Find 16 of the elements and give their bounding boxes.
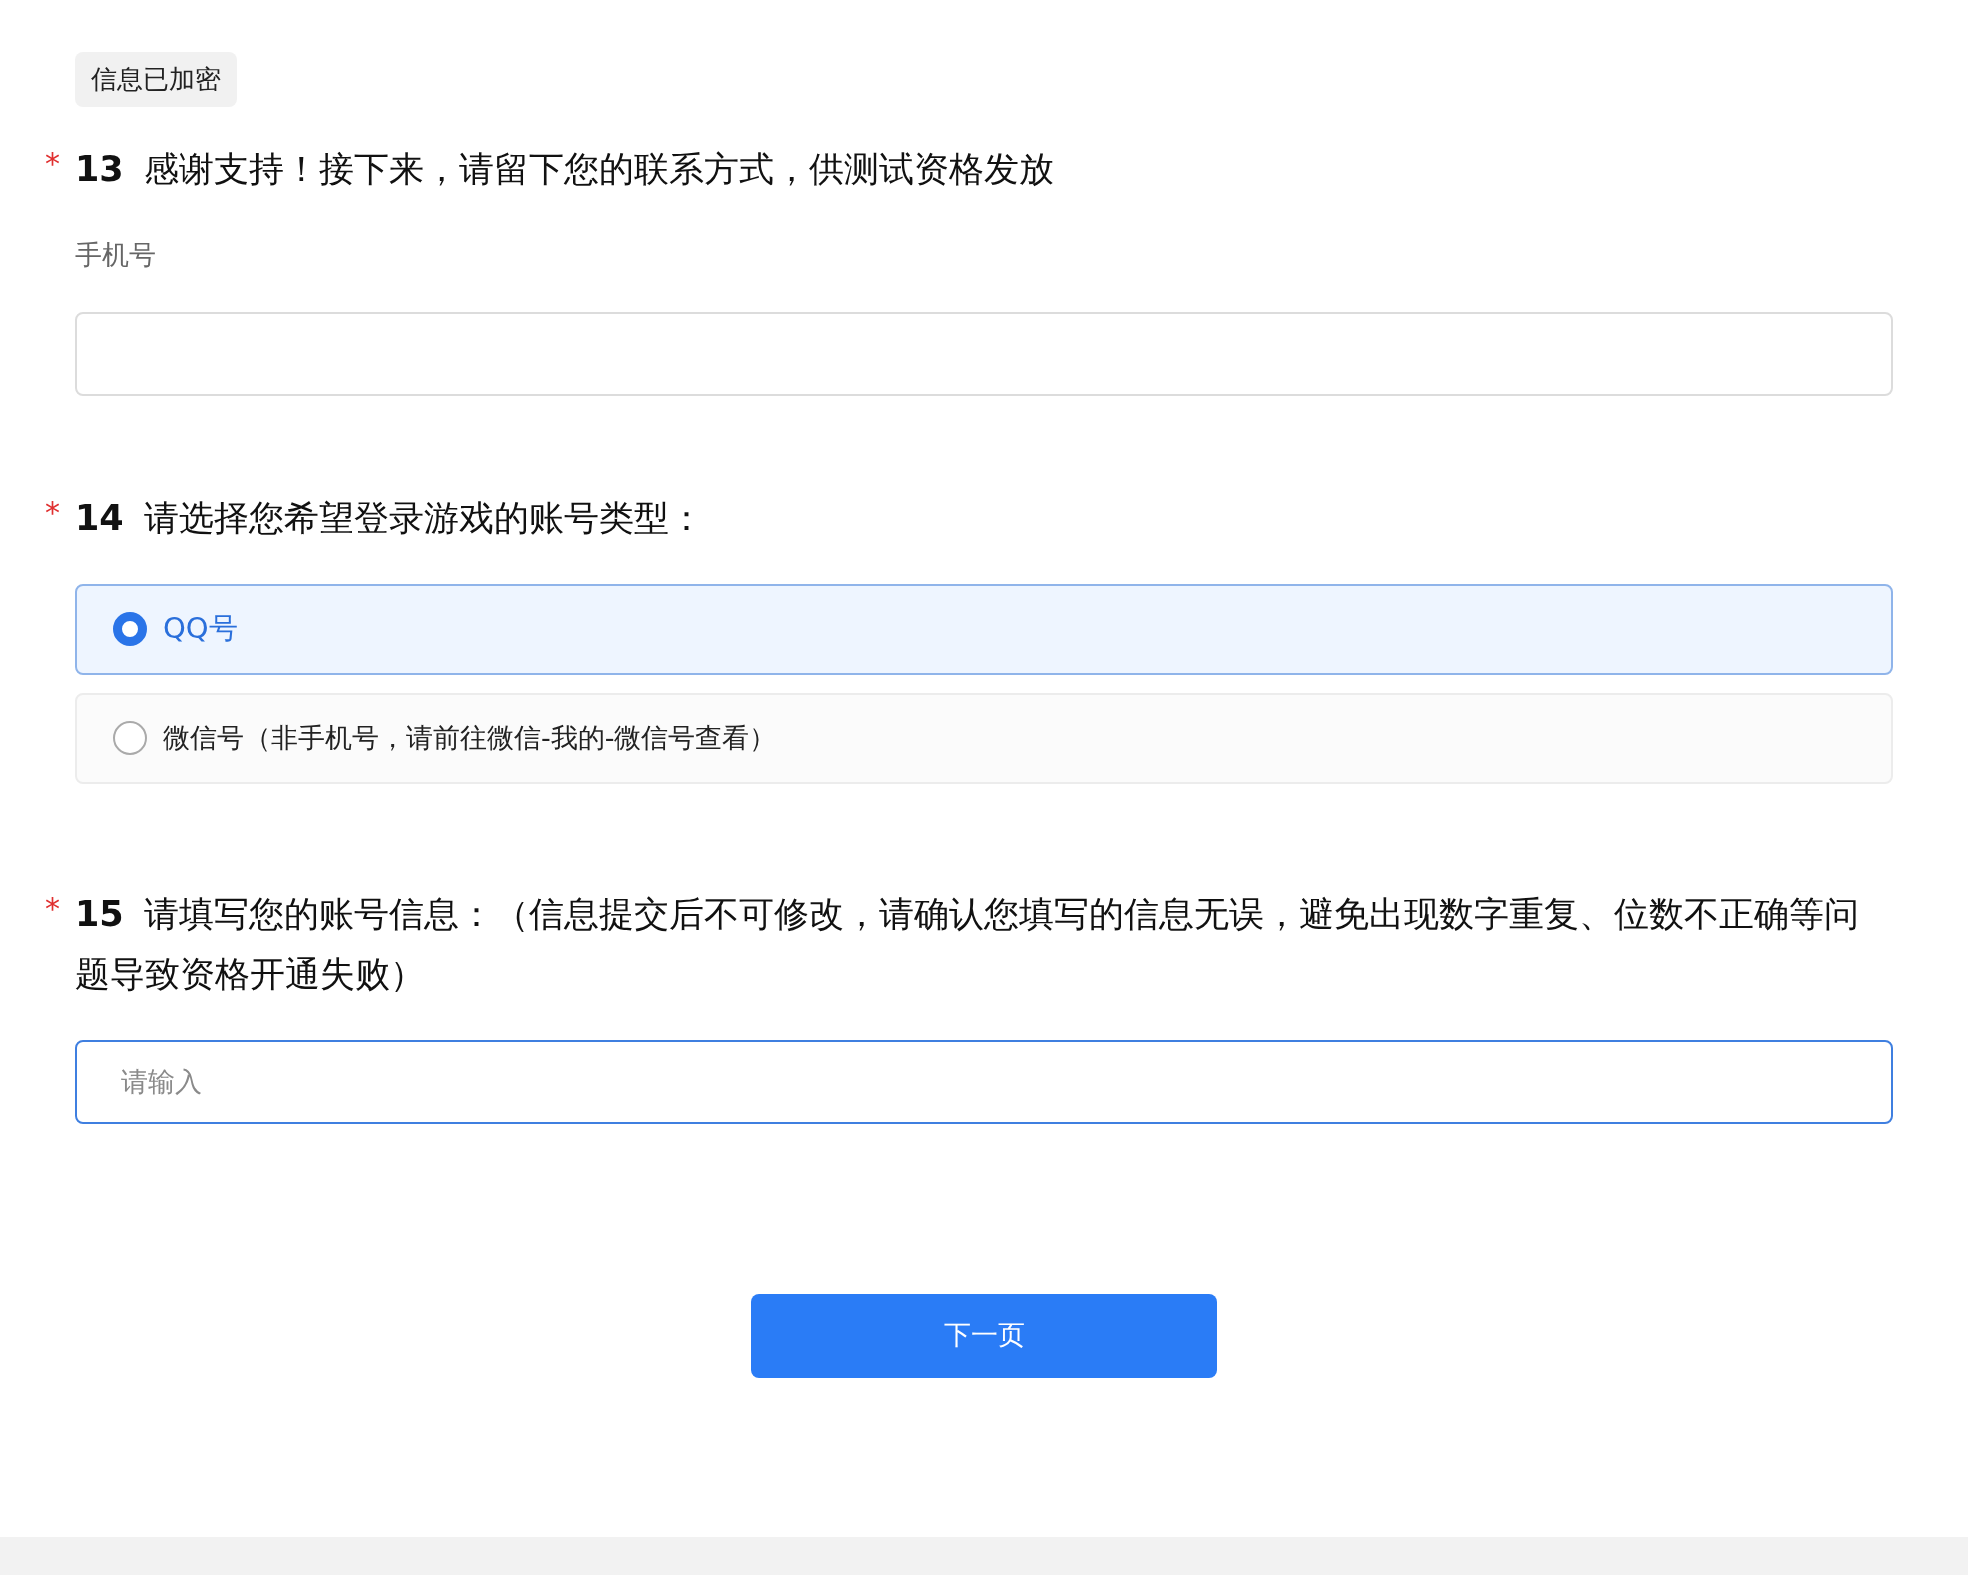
option-label: 微信号（非手机号，请前往微信-我的-微信号查看） xyxy=(163,720,777,755)
input-field[interactable]: 请输入 xyxy=(75,1039,1893,1124)
question-title: 14 请选择您希望登录游戏的账号类型： xyxy=(75,496,705,540)
radio-icon xyxy=(113,612,147,646)
required-asterisk: * xyxy=(45,889,60,928)
question-title: 15 请填写您的账号信息：（信息提交后不可修改，请确认您填写的信息无误，避免出现数字重复、位数不正确等问题导致资格开通失败） xyxy=(75,892,1860,996)
encrypted-badge: 信息已加密 xyxy=(75,52,237,107)
radio-option[interactable]: QQ号 xyxy=(75,583,1893,675)
option-label: QQ号 xyxy=(163,610,238,648)
next-page-button[interactable]: 下一页 xyxy=(751,1293,1217,1378)
required-asterisk: * xyxy=(45,145,60,183)
required-asterisk: * xyxy=(45,493,60,532)
radio-icon xyxy=(113,721,147,755)
question-title: 13 感谢支持！接下来，请留下您的联系方式，供测试资格发放 xyxy=(75,148,1055,191)
radio-option[interactable]: 微信号（非手机号，请前往微信-我的-微信号查看） xyxy=(75,692,1893,784)
field-label: 手机号 xyxy=(75,238,157,272)
